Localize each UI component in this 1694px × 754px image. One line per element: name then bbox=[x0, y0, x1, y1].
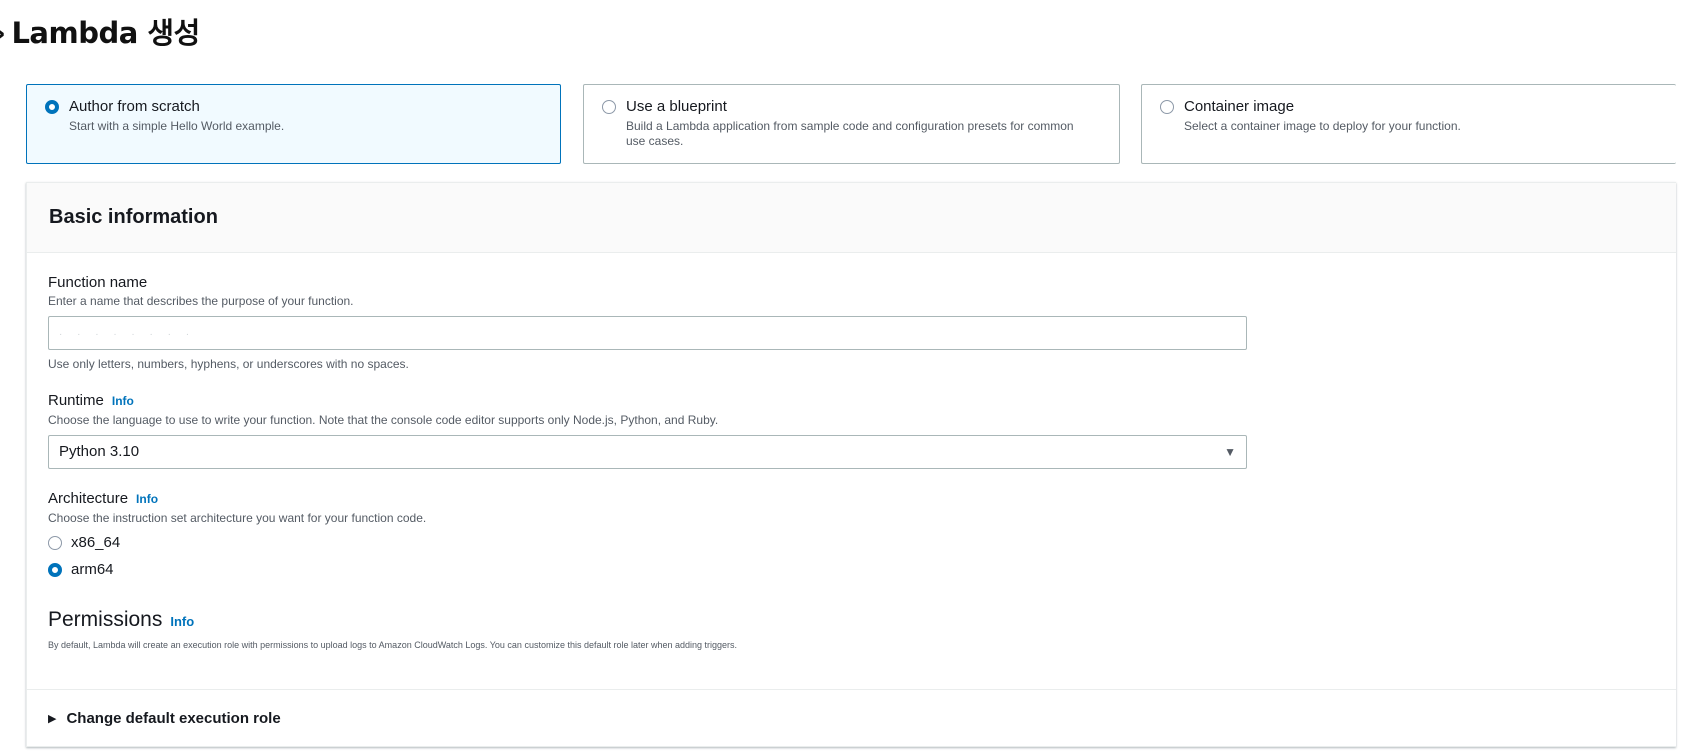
permissions-section: Permissions Info By default, Lambda will … bbox=[48, 608, 737, 650]
architecture-option-x86-64[interactable]: x86_64 bbox=[48, 534, 120, 551]
function-name-hint: Use only letters, numbers, hyphens, or u… bbox=[48, 357, 409, 371]
page-title: ›Lambda 생성 bbox=[0, 10, 200, 52]
caret-down-icon: ▼ bbox=[1224, 445, 1236, 459]
architecture-desc: Choose the instruction set architecture … bbox=[48, 511, 427, 525]
function-name-input[interactable]: · · · · · · · · bbox=[48, 316, 1247, 350]
panel-title: Basic information bbox=[27, 183, 1676, 253]
radio-use-a-blueprint[interactable] bbox=[602, 100, 616, 114]
radio-container-image[interactable] bbox=[1160, 100, 1174, 114]
caret-right-icon: ▶ bbox=[48, 713, 57, 725]
permissions-info-link[interactable]: Info bbox=[170, 614, 194, 629]
option-title: Use a blueprint bbox=[626, 98, 727, 115]
function-name-field: Function name Enter a name that describe… bbox=[48, 274, 354, 309]
option-title: Container image bbox=[1184, 98, 1295, 115]
architecture-option-arm64[interactable]: arm64 bbox=[48, 561, 114, 578]
option-desc: Build a Lambda application from sample c… bbox=[626, 119, 1074, 148]
radio-arm64[interactable] bbox=[48, 562, 62, 577]
divider bbox=[26, 689, 1676, 690]
permissions-title: Permissions bbox=[48, 608, 163, 631]
option-desc: Select a container image to deploy for y… bbox=[1184, 119, 1461, 133]
execution-role-label: Change default execution role bbox=[66, 710, 281, 727]
permissions-desc: By default, Lambda will create an execut… bbox=[48, 640, 738, 650]
change-default-execution-role-expander[interactable]: ▶ Change default execution role bbox=[48, 710, 281, 727]
radio-x86-64[interactable] bbox=[48, 535, 62, 550]
runtime-select[interactable]: Python 3.10 ▼ bbox=[48, 435, 1247, 469]
radio-author-from-scratch[interactable] bbox=[45, 100, 59, 114]
option-use-a-blueprint[interactable]: Use a blueprint Build a Lambda applicati… bbox=[583, 84, 1120, 164]
architecture-field: Architecture Info Choose the instruction … bbox=[48, 490, 426, 526]
runtime-field: Runtime Info Choose the language to use t… bbox=[48, 392, 718, 428]
function-name-label: Function name bbox=[48, 274, 148, 291]
bullet-icon: › bbox=[0, 16, 6, 50]
function-name-value: · · · · · · · · bbox=[59, 329, 196, 340]
runtime-value: Python 3.10 bbox=[59, 443, 140, 460]
architecture-option-label: arm64 bbox=[71, 561, 114, 578]
architecture-option-label: x86_64 bbox=[71, 534, 121, 551]
architecture-info-link[interactable]: Info bbox=[136, 492, 158, 506]
option-container-image[interactable]: Container image Select a container image… bbox=[1141, 84, 1676, 164]
function-name-desc: Enter a name that describes the purpose … bbox=[48, 294, 354, 308]
runtime-desc: Choose the language to use to write your… bbox=[48, 413, 719, 427]
architecture-label: Architecture bbox=[48, 490, 129, 507]
option-title: Author from scratch bbox=[69, 98, 200, 115]
runtime-label: Runtime bbox=[48, 392, 104, 409]
option-author-from-scratch[interactable]: Author from scratch Start with a simple … bbox=[26, 84, 561, 164]
page-title-text: Lambda 생성 bbox=[11, 16, 200, 50]
option-desc: Start with a simple Hello World example. bbox=[69, 119, 285, 133]
runtime-info-link[interactable]: Info bbox=[112, 394, 134, 408]
